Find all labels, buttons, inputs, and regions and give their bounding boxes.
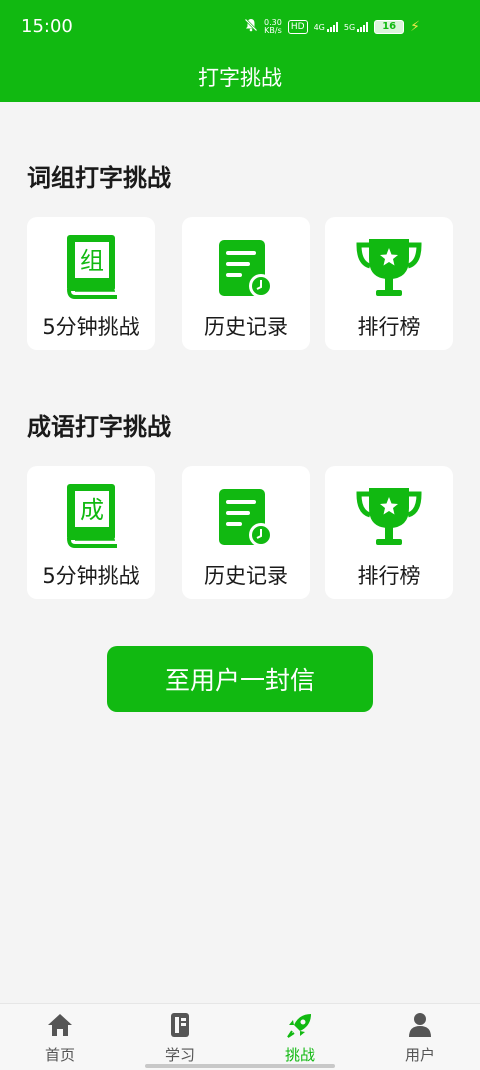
signal-4g-icon: 4G (314, 21, 338, 32)
word-history-card[interactable]: 历史记录 (182, 217, 310, 350)
card-label: 5分钟挑战 (42, 564, 140, 588)
word-five-minute-challenge-card[interactable]: 组 5分钟挑战 (27, 217, 155, 350)
idiom-history-card[interactable]: 历史记录 (182, 466, 310, 599)
network-speed: 0.30 KB/s (264, 17, 282, 35)
notebook-icon (120, 1012, 240, 1040)
app-header: 15:00 0.30 KB/s HD 4G 5G 16 ⚡ 打字挑战 (0, 0, 480, 102)
tab-label: 挑战 (284, 1046, 315, 1064)
mute-bell-icon (244, 18, 258, 35)
tab-user[interactable]: 用户 (360, 1004, 480, 1070)
svg-text:组: 组 (80, 247, 104, 275)
tab-study[interactable]: 学习 (120, 1004, 240, 1070)
battery-icon: 16 (374, 19, 405, 34)
charging-icon: ⚡ (410, 18, 420, 35)
idiom-five-minute-challenge-card[interactable]: 成 5分钟挑战 (27, 466, 155, 599)
word-section-title: 词组打字挑战 (27, 164, 171, 192)
trophy-icon (325, 227, 453, 309)
tab-label: 首页 (44, 1046, 75, 1064)
idiom-section-title: 成语打字挑战 (27, 413, 171, 441)
book-icon: 组 (27, 227, 155, 309)
letter-to-users-button[interactable]: 至用户一封信 (107, 646, 373, 712)
idiom-leaderboard-card[interactable]: 排行榜 (325, 466, 453, 599)
status-bar: 15:00 0.30 KB/s HD 4G 5G 16 ⚡ (0, 0, 480, 56)
rocket-icon (240, 1012, 360, 1040)
status-icons: 0.30 KB/s HD 4G 5G 16 ⚡ (244, 18, 420, 35)
hd-badge: HD (287, 19, 308, 34)
word-leaderboard-card[interactable]: 排行榜 (325, 217, 453, 350)
tab-label: 用户 (404, 1046, 435, 1064)
trophy-icon (325, 476, 453, 558)
tab-label: 学习 (164, 1046, 195, 1064)
tab-challenge[interactable]: 挑战 (240, 1004, 360, 1070)
card-label: 5分钟挑战 (42, 315, 140, 339)
history-document-icon (182, 476, 310, 558)
card-label: 排行榜 (357, 564, 421, 588)
book-icon: 成 (27, 476, 155, 558)
page-title: 打字挑战 (198, 66, 282, 90)
signal-5g-icon: 5G (344, 21, 369, 32)
card-label: 排行榜 (357, 315, 421, 339)
bottom-tab-bar: 首页 学习 挑战 用户 (0, 1003, 480, 1070)
tab-home[interactable]: 首页 (0, 1004, 120, 1070)
card-label: 历史记录 (204, 564, 288, 588)
history-document-icon (182, 227, 310, 309)
status-time: 15:00 (21, 16, 73, 37)
user-icon (360, 1012, 480, 1040)
home-icon (0, 1012, 120, 1040)
card-label: 历史记录 (204, 315, 288, 339)
svg-text:成: 成 (80, 496, 104, 524)
home-indicator (145, 1064, 335, 1068)
